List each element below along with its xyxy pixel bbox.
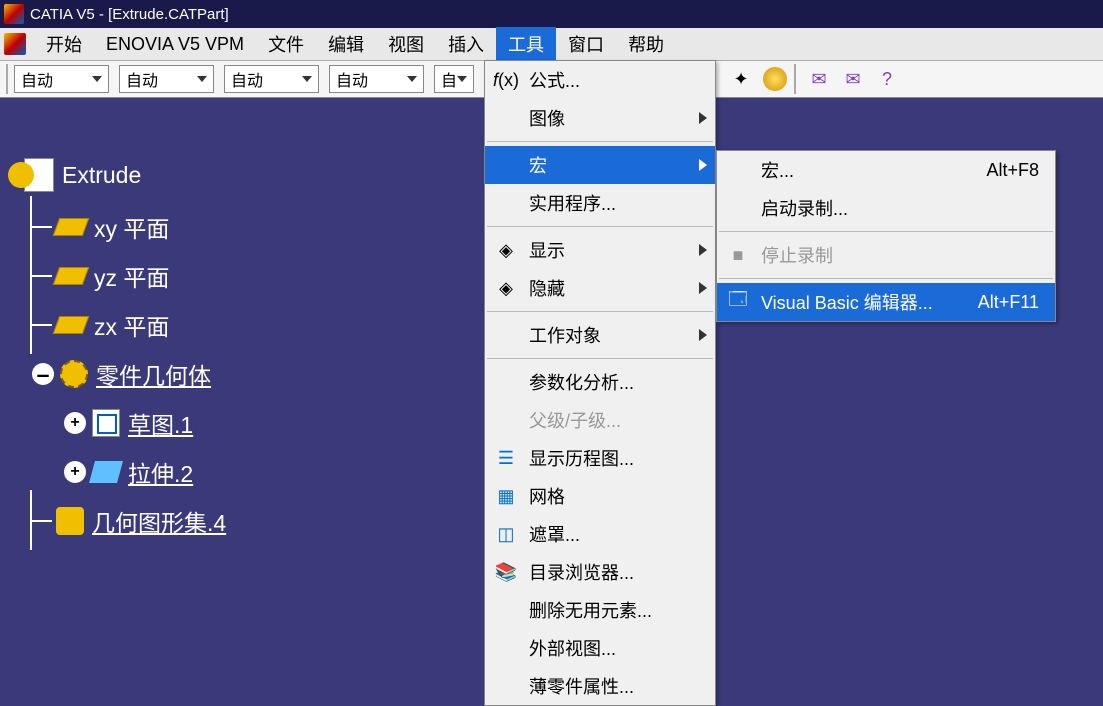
tree-label: 几何图形集.4 <box>92 504 226 538</box>
tree-root[interactable]: Extrude <box>8 158 226 192</box>
expand-icon[interactable]: + <box>64 412 86 434</box>
mask-icon: ◫ <box>493 521 519 547</box>
stop-icon: ■ <box>725 242 751 268</box>
help-cursor-icon[interactable]: ? <box>873 65 901 93</box>
menu-work-object[interactable]: 工作对象 <box>485 316 715 354</box>
submenu-stop-record: ■ 停止录制 <box>717 236 1055 274</box>
menu-image[interactable]: 图像 <box>485 99 715 137</box>
menu-parent-child: 父级/子级... <box>485 401 715 439</box>
tree-label: yz 平面 <box>94 259 169 293</box>
tree-geoset[interactable]: 几何图形集.4 <box>32 504 226 538</box>
spec-tree: Extrude xy 平面 yz 平面 zx 平面 – 零件几何体 + 草图.1… <box>8 140 226 553</box>
menu-window[interactable]: 窗口 <box>556 27 616 61</box>
tree-xy-plane[interactable]: xy 平面 <box>32 210 226 244</box>
menu-formula[interactable]: f(x) 公式... <box>485 61 715 99</box>
sketch-icon <box>92 409 120 437</box>
menu-start[interactable]: 开始 <box>34 27 94 61</box>
show-icon: ◈ <box>493 237 519 263</box>
dropdown-auto-1[interactable]: 自动 <box>14 65 109 93</box>
menu-grid[interactable]: ▦ 网格 <box>485 477 715 515</box>
grid-icon: ▦ <box>493 483 519 509</box>
tree-label: 拉伸.2 <box>128 455 193 489</box>
vb-editor-icon: 🗔 <box>725 289 751 315</box>
plane-icon <box>53 218 90 236</box>
menu-mask[interactable]: ◫ 遮罩... <box>485 515 715 553</box>
toolbar-separator <box>6 64 12 94</box>
tools-menu: f(x) 公式... 图像 宏 实用程序... ◈ 显示 ◈ 隐藏 工作对象 参… <box>484 60 716 706</box>
macro-submenu: 宏... Alt+F8 启动录制... ■ 停止录制 🗔 Visual Basi… <box>716 150 1056 322</box>
partbody-icon <box>60 360 88 388</box>
dropdown-auto-3[interactable]: 自动 <box>224 65 319 93</box>
title-bar: CATIA V5 - [Extrude.CATPart] <box>0 0 1103 28</box>
menu-catalog[interactable]: 📚 目录浏览器... <box>485 553 715 591</box>
dropdown-auto-2[interactable]: 自动 <box>119 65 214 93</box>
menu-insert[interactable]: 插入 <box>436 27 496 61</box>
tree-pad[interactable]: + 拉伸.2 <box>64 455 226 489</box>
catalog-icon: 📚 <box>493 559 519 585</box>
wand-icon[interactable]: ✦ <box>727 65 755 93</box>
envelope-icon[interactable]: ✉ <box>805 65 833 93</box>
plane-icon <box>53 316 90 334</box>
menu-tools[interactable]: 工具 <box>496 27 556 61</box>
tree-yz-plane[interactable]: yz 平面 <box>32 259 226 293</box>
menu-hide[interactable]: ◈ 隐藏 <box>485 269 715 307</box>
menu-delete-unused[interactable]: 删除无用元素... <box>485 591 715 629</box>
tree-zx-plane[interactable]: zx 平面 <box>32 308 226 342</box>
menu-thin-part[interactable]: 薄零件属性... <box>485 667 715 705</box>
expand-icon[interactable]: + <box>64 461 86 483</box>
history-icon: ☰ <box>493 445 519 471</box>
submenu-macros[interactable]: 宏... Alt+F8 <box>717 151 1055 189</box>
tree-root-label: Extrude <box>62 162 141 189</box>
collapse-icon[interactable]: – <box>32 363 54 385</box>
menu-show-history[interactable]: ☰ 显示历程图... <box>485 439 715 477</box>
pad-icon <box>89 461 123 483</box>
app-logo-icon <box>4 4 24 24</box>
dropdown-auto-5[interactable]: 自 <box>434 65 474 93</box>
menu-help[interactable]: 帮助 <box>616 27 676 61</box>
tree-label: zx 平面 <box>94 308 169 342</box>
menu-bar: 开始 ENOVIA V5 VPM 文件 编辑 视图 插入 工具 窗口 帮助 <box>0 28 1103 60</box>
menu-macro[interactable]: 宏 <box>485 146 715 184</box>
toolbar-separator <box>794 64 800 94</box>
geoset-icon <box>56 507 84 535</box>
plane-icon <box>53 267 90 285</box>
menu-edit[interactable]: 编辑 <box>316 27 376 61</box>
submenu-vb-editor[interactable]: 🗔 Visual Basic 编辑器... Alt+F11 <box>717 283 1055 321</box>
formula-icon: f(x) <box>493 67 519 93</box>
submenu-start-record[interactable]: 启动录制... <box>717 189 1055 227</box>
tree-sketch[interactable]: + 草图.1 <box>64 406 226 440</box>
dropdown-auto-4[interactable]: 自动 <box>329 65 424 93</box>
hide-icon: ◈ <box>493 275 519 301</box>
tree-partbody[interactable]: – 零件几何体 <box>32 357 226 391</box>
menu-file[interactable]: 文件 <box>256 27 316 61</box>
menu-external-view[interactable]: 外部视图... <box>485 629 715 667</box>
tree-label: 草图.1 <box>128 406 193 440</box>
app-logo-icon <box>4 33 26 55</box>
mail-stack-icon[interactable]: ✉ <box>839 65 867 93</box>
menu-view[interactable]: 视图 <box>376 27 436 61</box>
menu-enovia[interactable]: ENOVIA V5 VPM <box>94 30 256 59</box>
menu-param-analysis[interactable]: 参数化分析... <box>485 363 715 401</box>
tree-label: xy 平面 <box>94 210 169 244</box>
window-title: CATIA V5 - [Extrude.CATPart] <box>30 6 229 23</box>
menu-show[interactable]: ◈ 显示 <box>485 231 715 269</box>
sphere-icon[interactable] <box>761 65 789 93</box>
menu-utility[interactable]: 实用程序... <box>485 184 715 222</box>
gear-icon <box>8 162 34 188</box>
tree-label: 零件几何体 <box>96 357 211 391</box>
